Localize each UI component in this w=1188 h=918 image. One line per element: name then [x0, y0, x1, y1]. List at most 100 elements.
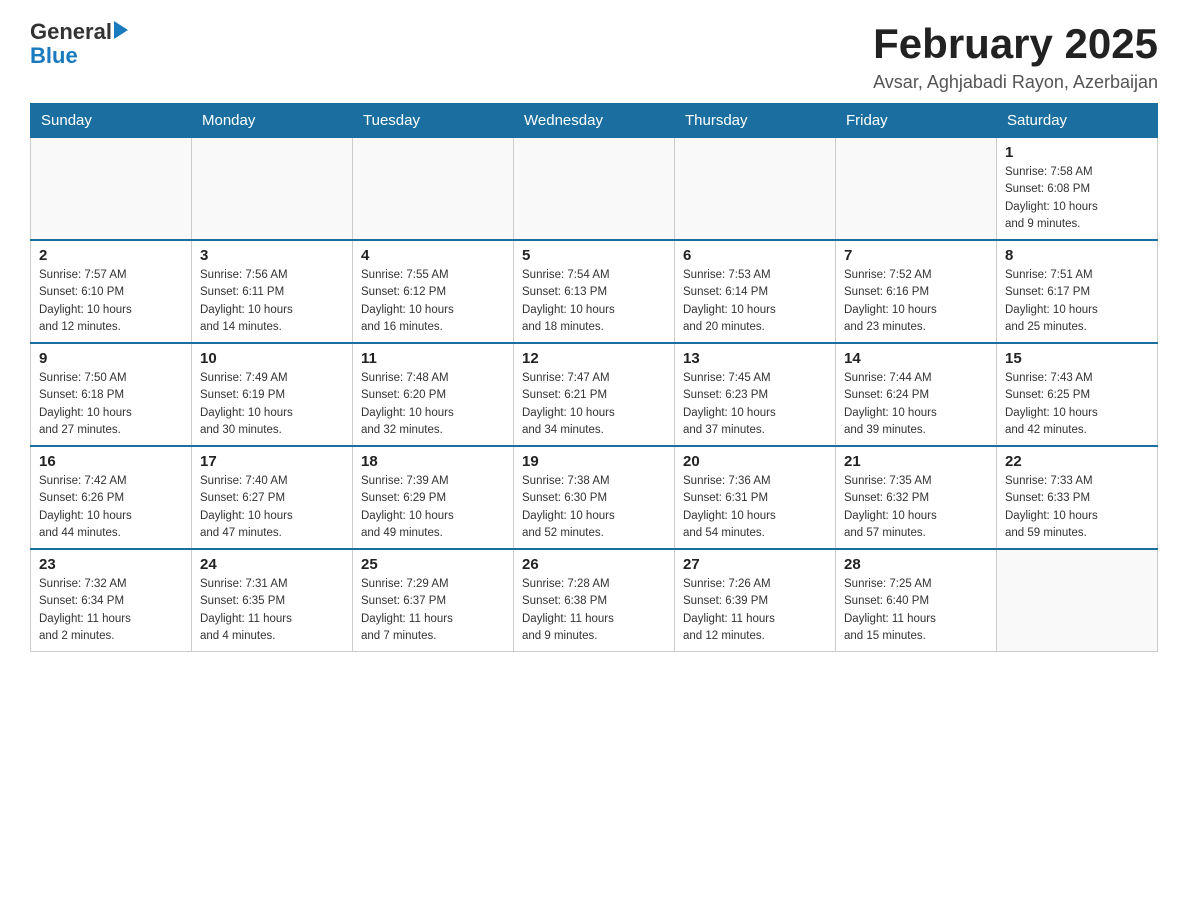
- calendar-cell: 19 Sunrise: 7:38 AM Sunset: 6:30 PM Dayli…: [514, 446, 675, 549]
- day-info: Sunrise: 7:56 AM Sunset: 6:11 PM Dayligh…: [200, 267, 344, 336]
- weekday-header-wednesday: Wednesday: [514, 104, 675, 138]
- day-info: Sunrise: 7:50 AM Sunset: 6:18 PM Dayligh…: [39, 370, 183, 439]
- calendar-cell: 27 Sunrise: 7:26 AM Sunset: 6:39 PM Dayli…: [675, 549, 836, 652]
- page-subtitle: Avsar, Aghjabadi Rayon, Azerbaijan: [873, 72, 1158, 93]
- day-info: Sunrise: 7:43 AM Sunset: 6:25 PM Dayligh…: [1005, 370, 1149, 439]
- page-title: February 2025: [873, 20, 1158, 68]
- calendar-cell: 15 Sunrise: 7:43 AM Sunset: 6:25 PM Dayli…: [997, 343, 1158, 446]
- calendar-cell: 5Sunrise: 7:54 AM Sunset: 6:13 PM Daylig…: [514, 240, 675, 343]
- day-info: Sunrise: 7:55 AM Sunset: 6:12 PM Dayligh…: [361, 267, 505, 336]
- weekday-header-sunday: Sunday: [31, 104, 192, 138]
- day-info: Sunrise: 7:36 AM Sunset: 6:31 PM Dayligh…: [683, 473, 827, 542]
- day-info: Sunrise: 7:40 AM Sunset: 6:27 PM Dayligh…: [200, 473, 344, 542]
- calendar-cell: 8 Sunrise: 7:51 AM Sunset: 6:17 PM Daylig…: [997, 240, 1158, 343]
- day-number: 12: [522, 350, 666, 367]
- weekday-header-saturday: Saturday: [997, 104, 1158, 138]
- day-number: 27: [683, 556, 827, 573]
- day-number: 7: [844, 247, 988, 264]
- calendar-week-row: 1Sunrise: 7:58 AM Sunset: 6:08 PM Daylig…: [31, 138, 1158, 241]
- day-info: Sunrise: 7:47 AM Sunset: 6:21 PM Dayligh…: [522, 370, 666, 439]
- day-number: 19: [522, 453, 666, 470]
- day-number: 10: [200, 350, 344, 367]
- day-number: 4: [361, 247, 505, 264]
- day-info: Sunrise: 7:45 AM Sunset: 6:23 PM Dayligh…: [683, 370, 827, 439]
- day-number: 1: [1005, 144, 1149, 161]
- calendar-cell: 26 Sunrise: 7:28 AM Sunset: 6:38 PM Dayli…: [514, 549, 675, 652]
- day-info: Sunrise: 7:25 AM Sunset: 6:40 PM Dayligh…: [844, 576, 988, 645]
- calendar-cell: 24 Sunrise: 7:31 AM Sunset: 6:35 PM Dayli…: [192, 549, 353, 652]
- logo-arrow-icon: [114, 21, 128, 39]
- day-number: 3: [200, 247, 344, 264]
- calendar-week-row: 2Sunrise: 7:57 AM Sunset: 6:10 PM Daylig…: [31, 240, 1158, 343]
- day-number: 24: [200, 556, 344, 573]
- weekday-header-monday: Monday: [192, 104, 353, 138]
- calendar-cell: [675, 138, 836, 241]
- day-info: Sunrise: 7:53 AM Sunset: 6:14 PM Dayligh…: [683, 267, 827, 336]
- calendar-cell: 11 Sunrise: 7:48 AM Sunset: 6:20 PM Dayli…: [353, 343, 514, 446]
- weekday-header-tuesday: Tuesday: [353, 104, 514, 138]
- day-number: 6: [683, 247, 827, 264]
- day-number: 8: [1005, 247, 1149, 264]
- day-info: Sunrise: 7:44 AM Sunset: 6:24 PM Dayligh…: [844, 370, 988, 439]
- day-number: 9: [39, 350, 183, 367]
- day-number: 14: [844, 350, 988, 367]
- day-info: Sunrise: 7:39 AM Sunset: 6:29 PM Dayligh…: [361, 473, 505, 542]
- calendar-table: SundayMondayTuesdayWednesdayThursdayFrid…: [30, 103, 1158, 652]
- day-info: Sunrise: 7:52 AM Sunset: 6:16 PM Dayligh…: [844, 267, 988, 336]
- day-number: 17: [200, 453, 344, 470]
- calendar-cell: [353, 138, 514, 241]
- calendar-cell: 6 Sunrise: 7:53 AM Sunset: 6:14 PM Daylig…: [675, 240, 836, 343]
- day-number: 21: [844, 453, 988, 470]
- day-number: 20: [683, 453, 827, 470]
- day-info: Sunrise: 7:33 AM Sunset: 6:33 PM Dayligh…: [1005, 473, 1149, 542]
- day-number: 28: [844, 556, 988, 573]
- calendar-cell: [514, 138, 675, 241]
- day-info: Sunrise: 7:35 AM Sunset: 6:32 PM Dayligh…: [844, 473, 988, 542]
- calendar-cell: [997, 549, 1158, 652]
- day-info: Sunrise: 7:51 AM Sunset: 6:17 PM Dayligh…: [1005, 267, 1149, 336]
- day-info: Sunrise: 7:29 AM Sunset: 6:37 PM Dayligh…: [361, 576, 505, 645]
- calendar-cell: 22 Sunrise: 7:33 AM Sunset: 6:33 PM Dayli…: [997, 446, 1158, 549]
- calendar-week-row: 9 Sunrise: 7:50 AM Sunset: 6:18 PM Daylig…: [31, 343, 1158, 446]
- day-number: 25: [361, 556, 505, 573]
- day-info: Sunrise: 7:38 AM Sunset: 6:30 PM Dayligh…: [522, 473, 666, 542]
- day-number: 23: [39, 556, 183, 573]
- calendar-cell: 23Sunrise: 7:32 AM Sunset: 6:34 PM Dayli…: [31, 549, 192, 652]
- calendar-cell: 25 Sunrise: 7:29 AM Sunset: 6:37 PM Dayli…: [353, 549, 514, 652]
- day-number: 26: [522, 556, 666, 573]
- calendar-cell: 9 Sunrise: 7:50 AM Sunset: 6:18 PM Daylig…: [31, 343, 192, 446]
- day-number: 22: [1005, 453, 1149, 470]
- day-number: 2: [39, 247, 183, 264]
- calendar-cell: 17 Sunrise: 7:40 AM Sunset: 6:27 PM Dayli…: [192, 446, 353, 549]
- day-info: Sunrise: 7:26 AM Sunset: 6:39 PM Dayligh…: [683, 576, 827, 645]
- day-number: 18: [361, 453, 505, 470]
- day-info: Sunrise: 7:48 AM Sunset: 6:20 PM Dayligh…: [361, 370, 505, 439]
- calendar-cell: 14 Sunrise: 7:44 AM Sunset: 6:24 PM Dayli…: [836, 343, 997, 446]
- calendar-cell: 3 Sunrise: 7:56 AM Sunset: 6:11 PM Daylig…: [192, 240, 353, 343]
- title-block: February 2025 Avsar, Aghjabadi Rayon, Az…: [873, 20, 1158, 93]
- day-number: 11: [361, 350, 505, 367]
- day-number: 13: [683, 350, 827, 367]
- calendar-cell: [192, 138, 353, 241]
- calendar-cell: 18 Sunrise: 7:39 AM Sunset: 6:29 PM Dayli…: [353, 446, 514, 549]
- day-info: Sunrise: 7:28 AM Sunset: 6:38 PM Dayligh…: [522, 576, 666, 645]
- day-info: Sunrise: 7:31 AM Sunset: 6:35 PM Dayligh…: [200, 576, 344, 645]
- logo-general: General: [30, 20, 112, 44]
- calendar-week-row: 23Sunrise: 7:32 AM Sunset: 6:34 PM Dayli…: [31, 549, 1158, 652]
- calendar-cell: [31, 138, 192, 241]
- calendar-cell: 2Sunrise: 7:57 AM Sunset: 6:10 PM Daylig…: [31, 240, 192, 343]
- weekday-header-thursday: Thursday: [675, 104, 836, 138]
- logo: General Blue: [30, 20, 128, 68]
- day-info: Sunrise: 7:42 AM Sunset: 6:26 PM Dayligh…: [39, 473, 183, 542]
- calendar-cell: 13 Sunrise: 7:45 AM Sunset: 6:23 PM Dayli…: [675, 343, 836, 446]
- day-info: Sunrise: 7:49 AM Sunset: 6:19 PM Dayligh…: [200, 370, 344, 439]
- weekday-header-row: SundayMondayTuesdayWednesdayThursdayFrid…: [31, 104, 1158, 138]
- calendar-cell: 1Sunrise: 7:58 AM Sunset: 6:08 PM Daylig…: [997, 138, 1158, 241]
- day-number: 16: [39, 453, 183, 470]
- calendar-cell: 21 Sunrise: 7:35 AM Sunset: 6:32 PM Dayli…: [836, 446, 997, 549]
- weekday-header-friday: Friday: [836, 104, 997, 138]
- day-number: 15: [1005, 350, 1149, 367]
- calendar-cell: 10 Sunrise: 7:49 AM Sunset: 6:19 PM Dayli…: [192, 343, 353, 446]
- calendar-cell: 4 Sunrise: 7:55 AM Sunset: 6:12 PM Daylig…: [353, 240, 514, 343]
- logo-blue: Blue: [30, 44, 128, 68]
